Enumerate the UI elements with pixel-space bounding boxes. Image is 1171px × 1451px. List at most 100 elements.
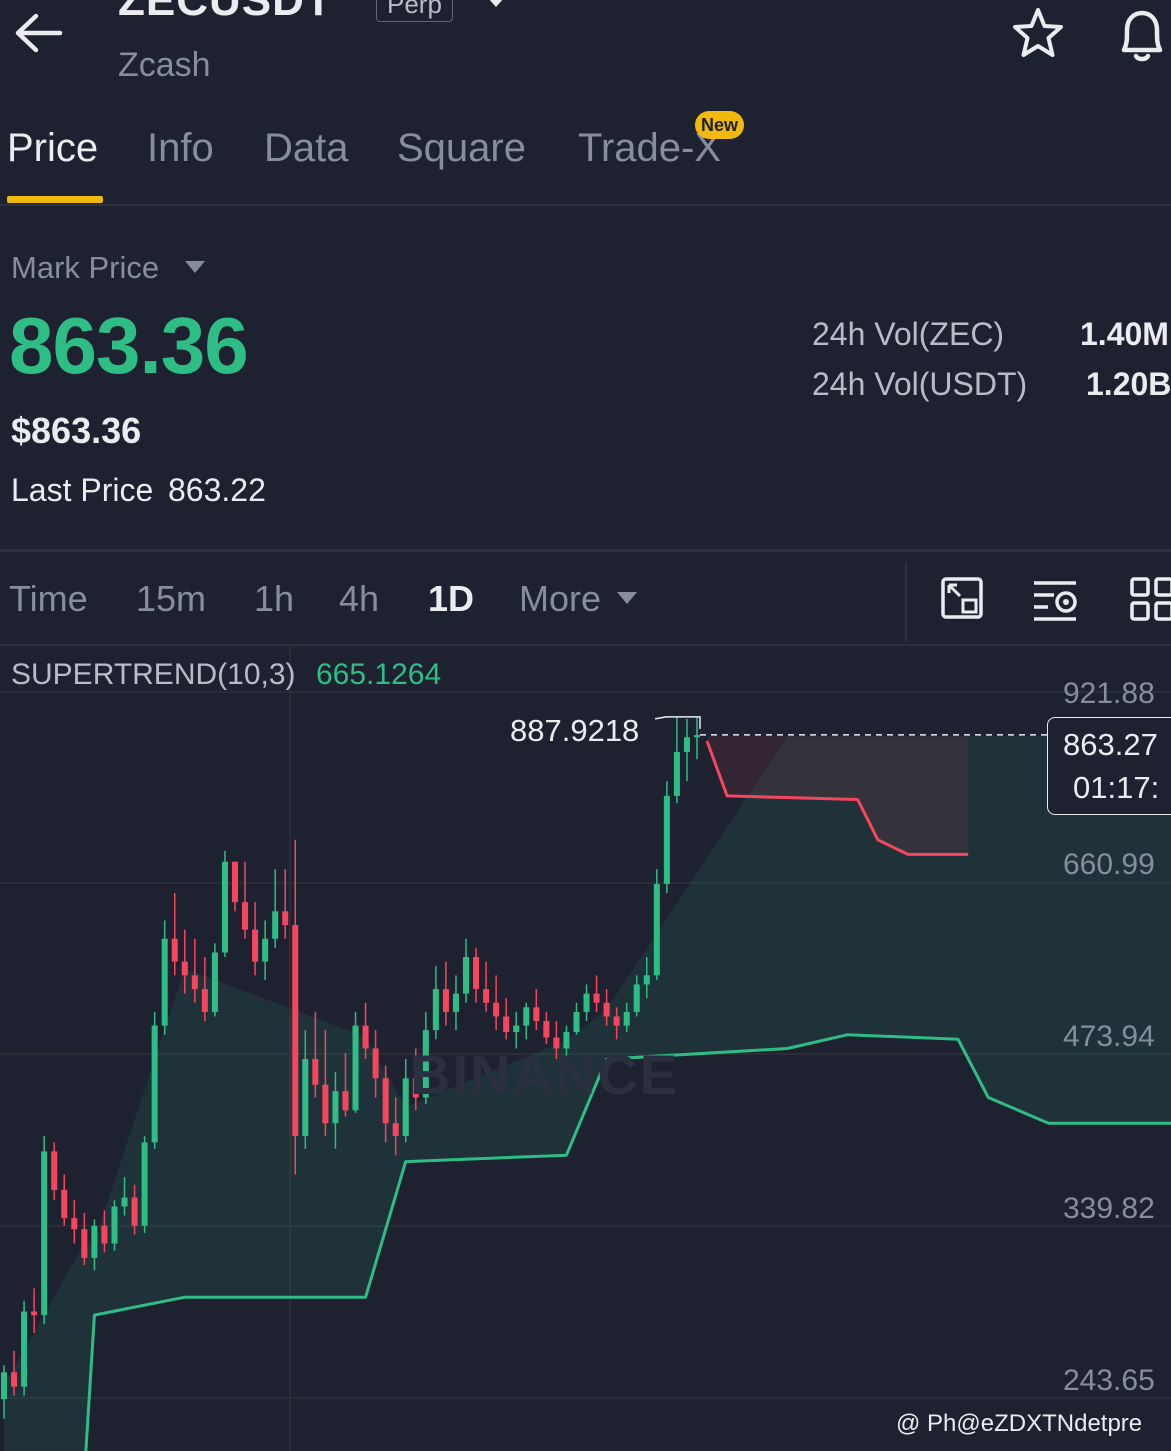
- caret-down-icon[interactable]: [184, 260, 206, 274]
- candle-body: [613, 1016, 620, 1026]
- candle-body: [171, 938, 178, 962]
- mark-price-value: 863.36: [9, 301, 249, 390]
- candle-body: [151, 1025, 158, 1143]
- candle-body: [131, 1197, 138, 1226]
- candle-body: [693, 735, 701, 738]
- chevron-down-icon[interactable]: [486, 0, 506, 14]
- indicator-settings-icon[interactable]: [1030, 574, 1080, 624]
- candle-body: [503, 1016, 510, 1033]
- candle-body: [643, 975, 650, 985]
- perp-badge: Perp: [376, 0, 453, 22]
- candle-body: [673, 751, 680, 796]
- active-tab-indicator: [7, 196, 103, 203]
- candle-body: [352, 1025, 359, 1111]
- candle-body: [452, 993, 459, 1012]
- candle-body: [111, 1206, 118, 1244]
- candle-body: [221, 861, 228, 953]
- candle-body: [161, 938, 168, 1026]
- candle-body: [372, 1048, 379, 1079]
- vol-usdt-value: 1.20B: [1086, 366, 1171, 402]
- back-arrow-icon[interactable]: [12, 8, 66, 58]
- divider: [0, 204, 1171, 206]
- caret-down-icon[interactable]: [616, 591, 638, 605]
- watermark: BINANCE: [410, 1043, 680, 1106]
- interval-4h[interactable]: 4h: [339, 578, 379, 620]
- candle-body: [583, 993, 590, 1012]
- candle-body: [603, 1002, 610, 1017]
- fullscreen-icon[interactable]: [938, 574, 988, 624]
- candle-body: [392, 1123, 399, 1136]
- vol-usdt-label: 24h Vol(USDT): [812, 366, 1028, 402]
- last-price-value: 863.22: [168, 472, 266, 508]
- y-axis-label: 660.99: [1063, 848, 1155, 881]
- candle-body: [262, 938, 269, 962]
- candle-body: [513, 1025, 520, 1033]
- candle-body: [653, 883, 660, 976]
- candle-body: [201, 989, 208, 1012]
- candle-body: [623, 1011, 630, 1026]
- symbol-title[interactable]: ZECUSDT: [118, 0, 333, 26]
- candle-body: [31, 1311, 38, 1316]
- candle-body: [252, 929, 259, 962]
- candle-body: [242, 902, 249, 930]
- star-icon[interactable]: [1010, 6, 1066, 62]
- candle-body: [191, 975, 198, 990]
- vol-zec-label: 24h Vol(ZEC): [812, 316, 1005, 352]
- candle-body: [342, 1091, 349, 1111]
- candle-body: [272, 911, 279, 939]
- candle-body: [663, 795, 670, 884]
- tab-square[interactable]: Square: [397, 126, 526, 171]
- tab-data[interactable]: Data: [264, 126, 349, 171]
- y-axis-label: 473.94: [1063, 1020, 1155, 1053]
- candle-body: [332, 1091, 339, 1124]
- grid-layout-icon[interactable]: [1126, 574, 1171, 624]
- candle-body: [312, 1059, 319, 1085]
- candle-body: [473, 957, 480, 990]
- interval-more[interactable]: More: [519, 578, 601, 620]
- coin-name: Zcash: [118, 46, 211, 84]
- tab-info[interactable]: Info: [147, 126, 214, 171]
- candle-body: [292, 925, 299, 1136]
- y-axis-label: 921.88: [1063, 677, 1155, 710]
- candle-body: [462, 957, 470, 994]
- candle-body: [231, 861, 239, 903]
- candle-countdown: 01:17:: [1073, 770, 1160, 805]
- candle-body: [61, 1189, 68, 1219]
- last-price-label: Last Price: [11, 472, 154, 508]
- high-price-label: 887.9218: [510, 713, 640, 748]
- usd-price: $863.36: [11, 410, 142, 451]
- candle-body: [71, 1218, 78, 1230]
- interval-15m[interactable]: 15m: [136, 578, 206, 620]
- candle-body: [211, 952, 218, 1012]
- y-axis-label: 339.82: [1063, 1192, 1155, 1225]
- tab-price[interactable]: Price: [7, 126, 98, 171]
- interval-time[interactable]: Time: [9, 578, 88, 620]
- bell-icon[interactable]: [1112, 4, 1171, 64]
- candle-body: [41, 1151, 48, 1316]
- mark-price-selector[interactable]: Mark Price: [11, 250, 159, 286]
- candle-body: [483, 989, 490, 1003]
- candle-body: [543, 1021, 550, 1038]
- candle-body: [683, 737, 690, 752]
- candle-body: [322, 1084, 329, 1124]
- candle-body: [11, 1372, 18, 1387]
- candle-body: [51, 1151, 58, 1190]
- watermark-credit: @ Ph@eZDXTNdetpre: [896, 1410, 1143, 1437]
- candle-body: [362, 1025, 369, 1049]
- interval-1h[interactable]: 1h: [254, 578, 294, 620]
- candle-body: [533, 1007, 540, 1022]
- candle-body: [402, 1078, 409, 1136]
- indicator-name: SUPERTREND(10,3): [11, 658, 296, 691]
- candle-body: [91, 1225, 98, 1258]
- candle-body: [121, 1197, 128, 1207]
- candle-body: [382, 1078, 389, 1124]
- candle-body: [0, 1372, 8, 1400]
- candle-body: [141, 1142, 148, 1226]
- candle-body: [633, 984, 640, 1012]
- candle-body: [573, 1011, 580, 1033]
- interval-1d[interactable]: 1D: [428, 578, 474, 620]
- candle-body: [442, 989, 449, 1012]
- candle-body: [101, 1225, 108, 1244]
- divider: [0, 549, 1171, 552]
- candle-body: [282, 911, 289, 926]
